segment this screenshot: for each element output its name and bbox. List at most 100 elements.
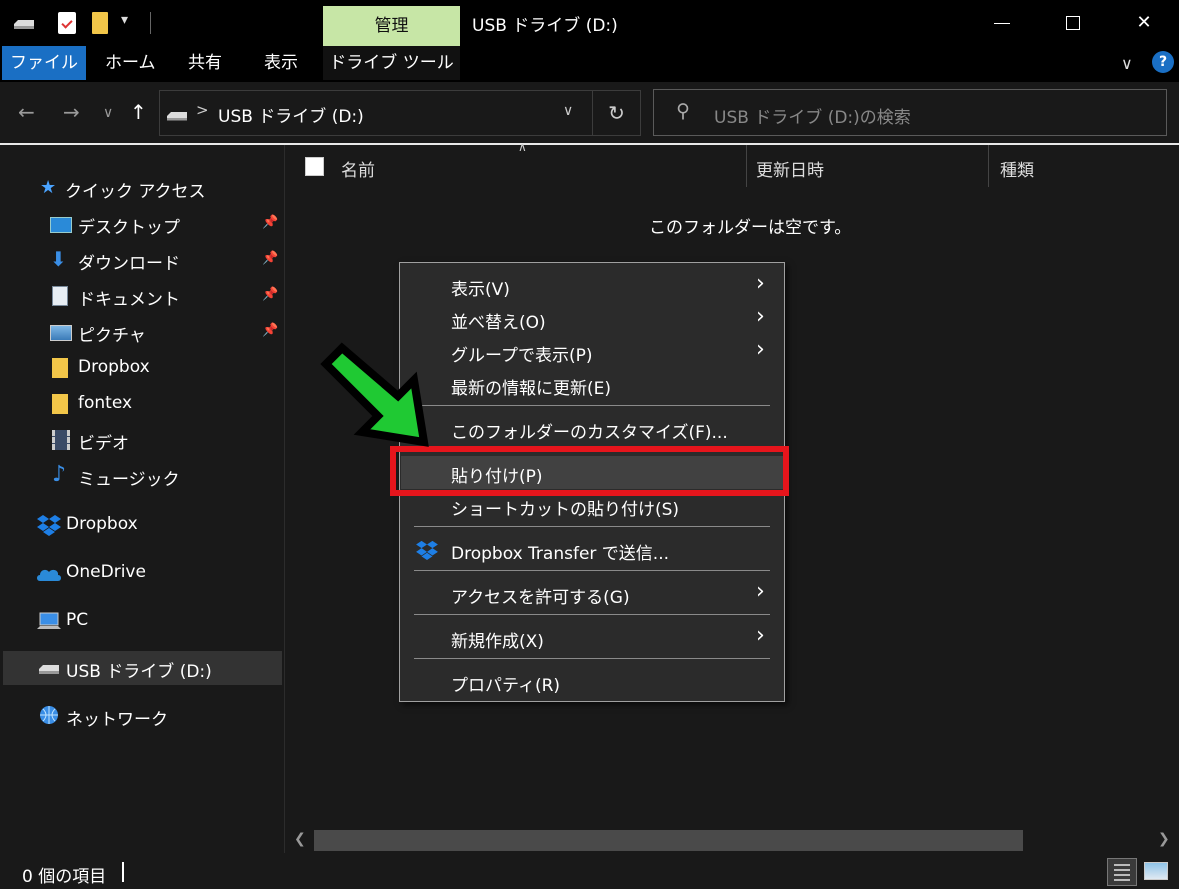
menu-separator: [414, 614, 770, 615]
submenu-arrow-icon: ›: [756, 337, 765, 362]
minimize-button[interactable]: [979, 4, 1025, 42]
back-arrow-icon[interactable]: ←: [18, 100, 35, 124]
sidebar-item-desktop[interactable]: デスクトップ 📌: [0, 207, 281, 241]
menu-separator: [414, 570, 770, 571]
sidebar-item-label: ダウンロード: [78, 254, 180, 274]
sidebar-item-onedrive[interactable]: OneDrive: [0, 556, 281, 590]
menu-item-sort-by[interactable]: 並べ替え(O) ›: [401, 302, 783, 335]
sidebar-item-label: クイック アクセス: [65, 182, 206, 202]
menu-item-label: ショートカットの貼り付け(S): [451, 500, 680, 520]
sidebar-item-label: fontex: [78, 393, 133, 413]
details-view-icon[interactable]: [1107, 858, 1137, 886]
drive-icon[interactable]: [12, 18, 36, 30]
submenu-arrow-icon: ›: [756, 623, 765, 648]
pc-icon: [37, 612, 61, 629]
desktop-icon: [50, 217, 72, 233]
menu-item-new[interactable]: 新規作成(X) ›: [401, 621, 783, 654]
menu-item-give-access[interactable]: アクセスを許可する(G) ›: [401, 577, 783, 610]
download-icon: ⬇: [50, 247, 67, 271]
maximize-icon: [1066, 16, 1080, 30]
sidebar-item-music[interactable]: ♪ ミュージック: [0, 459, 281, 493]
sidebar-item-label: Dropbox: [66, 514, 138, 534]
forward-arrow-icon[interactable]: →: [63, 100, 80, 124]
tab-file[interactable]: ファイル: [2, 46, 86, 80]
address-bar[interactable]: > USB ドライブ (D:) ∨ ↻: [159, 90, 641, 136]
horizontal-scrollbar[interactable]: ❮ ❯: [286, 828, 1179, 853]
column-header-name[interactable]: 名前: [341, 156, 375, 181]
scroll-right-icon[interactable]: ❯: [1158, 831, 1170, 847]
video-icon: [52, 430, 70, 450]
maximize-button[interactable]: [1050, 4, 1096, 42]
column-header-date-modified[interactable]: 更新日時: [756, 156, 824, 181]
menu-item-label: 新規作成(X): [451, 632, 544, 652]
sidebar-item-dropbox[interactable]: Dropbox: [0, 508, 281, 542]
menu-item-dropbox-transfer[interactable]: Dropbox Transfer で送信...: [401, 533, 783, 566]
properties-icon[interactable]: [58, 12, 76, 34]
sidebar-item-label: PC: [66, 610, 89, 630]
drive-icon: [167, 112, 187, 121]
sidebar-item-pc[interactable]: PC: [0, 604, 281, 638]
sidebar-item-downloads[interactable]: ⬇ ダウンロード 📌: [0, 243, 281, 277]
submenu-arrow-icon: ›: [756, 579, 765, 604]
scrollbar-thumb[interactable]: [314, 830, 1023, 851]
close-button[interactable]: ✕: [1121, 4, 1167, 42]
menu-separator: [414, 405, 770, 406]
sidebar-item-quick-access[interactable]: ★ クイック アクセス: [0, 171, 281, 205]
menu-item-group-by[interactable]: グループで表示(P) ›: [401, 335, 783, 368]
pin-icon[interactable]: 📌: [262, 287, 278, 302]
sidebar-item-label: ドキュメント: [78, 290, 180, 310]
status-divider: [122, 862, 124, 882]
menu-item-customize-folder[interactable]: このフォルダーのカスタマイズ(F)...: [401, 412, 783, 445]
breadcrumb-separator-icon[interactable]: >: [196, 101, 209, 119]
tab-view[interactable]: 表示: [264, 46, 298, 80]
select-all-checkbox[interactable]: [305, 157, 324, 176]
new-folder-icon[interactable]: [92, 12, 108, 34]
menu-item-refresh[interactable]: 最新の情報に更新(E): [401, 368, 783, 401]
large-icons-view-icon[interactable]: [1144, 862, 1168, 880]
scroll-left-icon[interactable]: ❮: [294, 831, 306, 847]
navigation-bar: ← → ∨ ↑ > USB ドライブ (D:) ∨ ↻ ⚲ USB ドライブ (…: [0, 82, 1179, 144]
column-header-type[interactable]: 種類: [1000, 156, 1034, 181]
search-input[interactable]: USB ドライブ (D:)の検索: [714, 103, 911, 128]
refresh-icon[interactable]: ↻: [592, 91, 640, 135]
window-title: USB ドライブ (D:): [472, 16, 618, 36]
title-bar: ▾ 管理 USB ドライブ (D:) ✕: [0, 0, 1179, 46]
sidebar-item-pictures[interactable]: ピクチャ 📌: [0, 315, 281, 349]
tab-home[interactable]: ホーム: [105, 46, 156, 80]
sidebar-item-dropbox-folder[interactable]: Dropbox: [0, 351, 281, 385]
breadcrumb-usb-drive[interactable]: USB ドライブ (D:): [218, 102, 364, 127]
sidebar-item-videos[interactable]: ビデオ: [0, 423, 281, 457]
menu-item-properties[interactable]: プロパティ(R): [401, 665, 783, 698]
drive-icon: [39, 665, 59, 674]
pin-icon[interactable]: 📌: [262, 251, 278, 266]
menu-separator: [414, 658, 770, 659]
sidebar-item-label: Dropbox: [78, 357, 150, 377]
menu-item-label: プロパティ(R): [451, 676, 561, 696]
sidebar-item-network[interactable]: ネットワーク: [0, 699, 281, 733]
dropbox-folder-icon: [52, 358, 68, 378]
tab-drive-tools[interactable]: ドライブ ツール: [323, 46, 460, 80]
sidebar-item-label: ネットワーク: [66, 710, 168, 730]
expand-ribbon-icon[interactable]: ∨: [1121, 54, 1133, 73]
sidebar-item-documents[interactable]: ドキュメント 📌: [0, 279, 281, 313]
menu-item-label: アクセスを許可する(G): [451, 588, 630, 608]
tab-share[interactable]: 共有: [188, 46, 222, 80]
manage-tab[interactable]: 管理: [323, 6, 460, 46]
search-box[interactable]: ⚲ USB ドライブ (D:)の検索: [653, 89, 1167, 136]
navigation-pane: ★ クイック アクセス デスクトップ 📌 ⬇ ダウンロード 📌 ドキュメント 📌…: [0, 145, 285, 853]
column-divider[interactable]: [746, 145, 747, 187]
sidebar-item-fontex[interactable]: fontex: [0, 387, 281, 421]
help-icon[interactable]: ?: [1152, 51, 1174, 73]
menu-item-label: グループで表示(P): [451, 346, 593, 366]
column-divider[interactable]: [988, 145, 989, 187]
menu-item-view[interactable]: 表示(V) ›: [401, 269, 783, 302]
pin-icon[interactable]: 📌: [262, 215, 278, 230]
address-dropdown-chevron-icon[interactable]: ∨: [563, 103, 573, 119]
menu-item-label: 並べ替え(O): [451, 313, 546, 333]
up-arrow-icon[interactable]: ↑: [130, 100, 147, 124]
customize-quick-access-icon[interactable]: ▾: [121, 12, 128, 28]
sidebar-item-usb-drive[interactable]: USB ドライブ (D:): [3, 651, 282, 685]
pin-icon[interactable]: 📌: [262, 323, 278, 338]
sidebar-item-label: USB ドライブ (D:): [66, 662, 212, 682]
recent-locations-chevron-icon[interactable]: ∨: [103, 105, 113, 121]
